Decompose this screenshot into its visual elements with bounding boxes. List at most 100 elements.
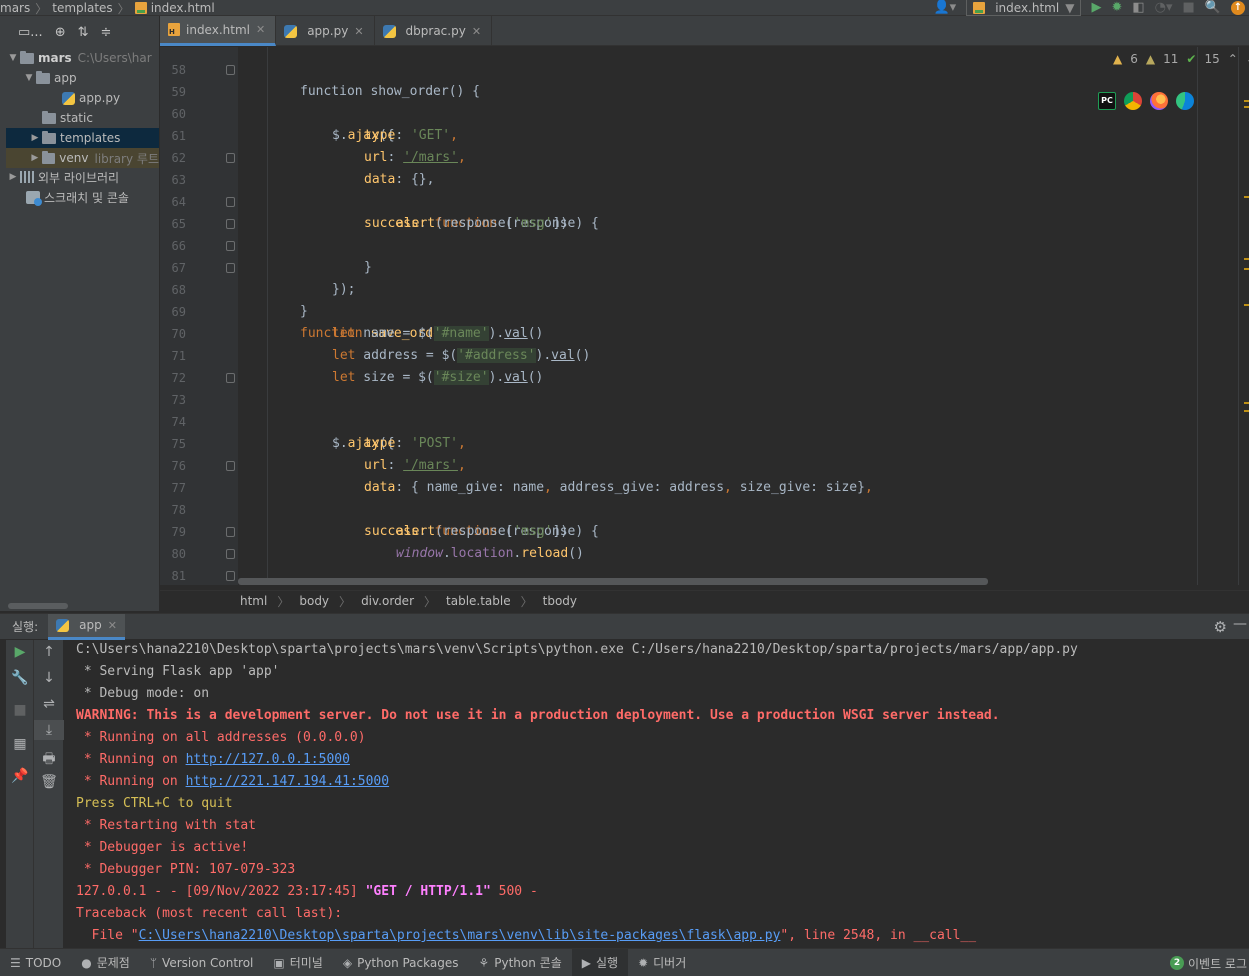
chrome-browser-icon[interactable] xyxy=(1124,92,1142,110)
tree-item-static[interactable]: static xyxy=(6,108,159,128)
crumb-tbody[interactable]: tbody xyxy=(543,594,577,608)
crumb-div-order[interactable]: div.order xyxy=(361,594,414,608)
console-line: 127.0.0.1 - - [09/Nov/2022 23:17:45] "GE… xyxy=(76,881,538,903)
crumb-folder[interactable]: templates xyxy=(52,1,112,15)
close-icon[interactable]: ✕ xyxy=(256,23,265,36)
fold-icon[interactable] xyxy=(226,153,235,163)
pin-icon[interactable]: 📌 xyxy=(6,768,34,784)
warning-marker[interactable] xyxy=(1244,196,1249,198)
arrow-down-icon[interactable]: ↓ xyxy=(34,670,64,686)
fold-icon[interactable] xyxy=(226,571,235,581)
typo-count: 15 xyxy=(1204,52,1220,66)
python-console-tool-button[interactable]: ⚘ Python 콘솔 xyxy=(468,949,571,976)
coverage-icon[interactable]: ◧ xyxy=(1132,0,1144,16)
tool-button-label: TODO xyxy=(25,955,62,970)
warning-marker[interactable] xyxy=(1244,106,1249,108)
warning-marker[interactable] xyxy=(1244,268,1249,270)
traceback-file-link[interactable]: C:\Users\hana2210\Desktop\sparta\project… xyxy=(139,928,781,943)
stop-icon[interactable]: ■ xyxy=(6,702,34,718)
edge-browser-icon[interactable] xyxy=(1176,92,1194,110)
tree-item-venv[interactable]: ▶ venv library 루트 xyxy=(6,148,159,168)
project-view-icon[interactable]: ▭... xyxy=(18,25,43,40)
print-icon[interactable]: 🖶 xyxy=(34,748,64,772)
fold-icon[interactable] xyxy=(226,263,235,273)
chevron-up-icon[interactable]: ⌃ xyxy=(1228,52,1238,66)
code-line: 81 }); xyxy=(160,543,1200,583)
arrow-up-icon[interactable]: ↑ xyxy=(34,644,64,660)
project-scrollbar[interactable] xyxy=(8,603,68,609)
expand-all-icon[interactable]: ≑ xyxy=(101,25,112,40)
scroll-to-end-icon[interactable]: ⤓ xyxy=(34,720,64,740)
debug-icon[interactable]: ✹ xyxy=(1111,0,1122,16)
tree-item-templates[interactable]: ▶ templates xyxy=(6,128,159,148)
tree-item-app[interactable]: ▼ app xyxy=(6,68,159,88)
pycharm-browser-icon[interactable]: PC xyxy=(1098,92,1116,110)
fold-icon[interactable] xyxy=(226,197,235,207)
code-line: 60 type: 'GET', xyxy=(160,81,1200,143)
warning-marker[interactable] xyxy=(1244,402,1249,404)
chevron-right-icon: ▶ xyxy=(31,133,39,143)
crumb-html[interactable]: html xyxy=(240,594,267,608)
fold-icon[interactable] xyxy=(226,219,235,229)
terminal-tool-button[interactable]: ▣ 터미널 xyxy=(263,949,332,976)
fold-icon[interactable] xyxy=(226,373,235,383)
localhost-link[interactable]: http://127.0.0.1:5000 xyxy=(186,752,350,767)
close-icon[interactable]: ✕ xyxy=(472,25,481,38)
user-icon[interactable]: 👤▾ xyxy=(934,0,957,16)
gear-icon[interactable]: ⚙ xyxy=(1214,618,1227,636)
tree-item-mars[interactable]: ▼ mars C:\Users\har xyxy=(6,48,159,68)
close-icon[interactable]: ✕ xyxy=(108,619,117,632)
python-packages-tool-button[interactable]: ◈ Python Packages xyxy=(333,949,469,976)
run-icon[interactable]: ▶ xyxy=(1091,0,1101,16)
fold-icon[interactable] xyxy=(226,527,235,537)
locate-icon[interactable]: ⊕ xyxy=(55,25,66,40)
inspection-widget[interactable]: ▲ 6 ▲ 11 ✔ 15 ⌃ ⌄ xyxy=(1113,52,1249,66)
rerun-icon[interactable]: ▶ xyxy=(6,644,34,660)
fold-icon[interactable] xyxy=(226,549,235,559)
console-text: File " xyxy=(76,928,139,943)
tool-button-label: 문제점 xyxy=(96,956,130,970)
crumb-body[interactable]: body xyxy=(299,594,329,608)
crumb-file[interactable]: index.html xyxy=(151,1,215,15)
code-line: 75 url: '/mars', xyxy=(160,411,1200,473)
crumb-table[interactable]: table.table xyxy=(446,594,511,608)
firefox-browser-icon[interactable] xyxy=(1150,92,1168,110)
chevron-down-icon: ▼ xyxy=(25,73,33,83)
fold-icon[interactable] xyxy=(226,241,235,251)
profile-icon[interactable]: ◔▾ xyxy=(1155,0,1173,16)
run-tab-app[interactable]: app ✕ xyxy=(48,613,125,640)
problems-tool-button[interactable]: ● 문제점 xyxy=(71,949,140,976)
fold-icon[interactable] xyxy=(226,461,235,471)
debugger-tool-button[interactable]: ✹ 디버거 xyxy=(628,949,696,976)
tree-item-scratches[interactable]: 스크래치 및 콘솔 xyxy=(6,187,159,207)
warning-marker[interactable] xyxy=(1244,258,1249,260)
trash-icon[interactable]: 🗑 xyxy=(34,774,64,790)
minimize-icon[interactable]: — xyxy=(1233,616,1247,632)
todo-tool-button[interactable]: ☰ TODO xyxy=(0,949,71,976)
stop-icon[interactable]: ■ xyxy=(1183,0,1195,16)
warning-marker[interactable] xyxy=(1244,100,1249,102)
tree-item-external-libraries[interactable]: ▶ 외부 라이브러리 xyxy=(6,167,159,187)
update-icon[interactable]: ↑ xyxy=(1231,1,1245,15)
run-config-select[interactable]: index.html ▼ xyxy=(966,0,1082,16)
crumb-separator: 〉 xyxy=(35,1,48,16)
tree-item-label: app xyxy=(54,71,77,85)
search-icon[interactable]: 🔍 xyxy=(1205,0,1221,16)
tree-item-app-py[interactable]: app.py xyxy=(6,88,159,108)
version-control-tool-button[interactable]: ᛘ Version Control xyxy=(140,949,264,976)
warning-marker[interactable] xyxy=(1244,410,1249,412)
editor-horizontal-scrollbar[interactable] xyxy=(238,578,988,585)
soft-wrap-icon[interactable]: ⇌ xyxy=(34,696,64,712)
run-tool-button[interactable]: ▶ 실행 xyxy=(571,948,629,976)
collapse-all-icon[interactable]: ⇅ xyxy=(78,25,89,40)
crumb-project[interactable]: mars xyxy=(0,1,30,15)
layout-icon[interactable]: ▦ xyxy=(6,736,34,752)
wrench-icon[interactable]: 🔧 xyxy=(6,670,34,686)
run-console[interactable]: C:\Users\hana2210\Desktop\sparta\project… xyxy=(64,640,1249,948)
network-link[interactable]: http://221.147.194.41:5000 xyxy=(186,774,390,789)
close-icon[interactable]: ✕ xyxy=(354,25,363,38)
warning-marker[interactable] xyxy=(1244,304,1249,306)
fold-icon[interactable] xyxy=(226,65,235,75)
event-log-button[interactable]: 2 이벤트 로그 xyxy=(1169,949,1247,976)
error-stripe[interactable] xyxy=(1238,47,1249,585)
